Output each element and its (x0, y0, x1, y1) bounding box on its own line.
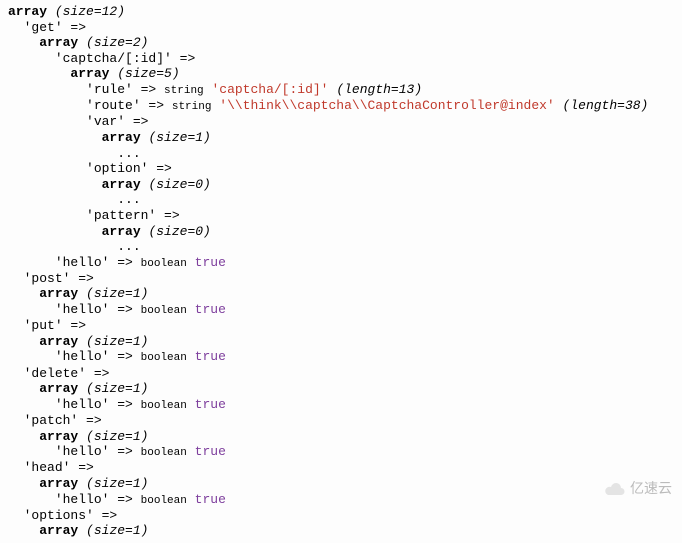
rule-value: 'captcha/[:id]' (211, 82, 328, 97)
cloud-icon (604, 482, 626, 496)
root-size: (size=12) (55, 4, 125, 19)
watermark-text: 亿速云 (630, 480, 672, 497)
key-get: 'get' (24, 20, 63, 35)
key-options: 'options' (24, 508, 94, 523)
key-put: 'put' (24, 318, 63, 333)
route-value: '\\think\\captcha\\CaptchaController@ind… (219, 98, 554, 113)
key-post: 'post' (24, 271, 71, 286)
key-patch: 'patch' (24, 413, 79, 428)
key-delete: 'delete' (24, 366, 86, 381)
key-captcha: 'captcha/[:id]' (55, 51, 172, 66)
var-dump-output: array (size=12) 'get' => array (size=2) … (8, 4, 674, 539)
key-head: 'head' (24, 460, 71, 475)
watermark: 亿速云 (604, 480, 672, 497)
array-keyword: array (8, 4, 47, 19)
